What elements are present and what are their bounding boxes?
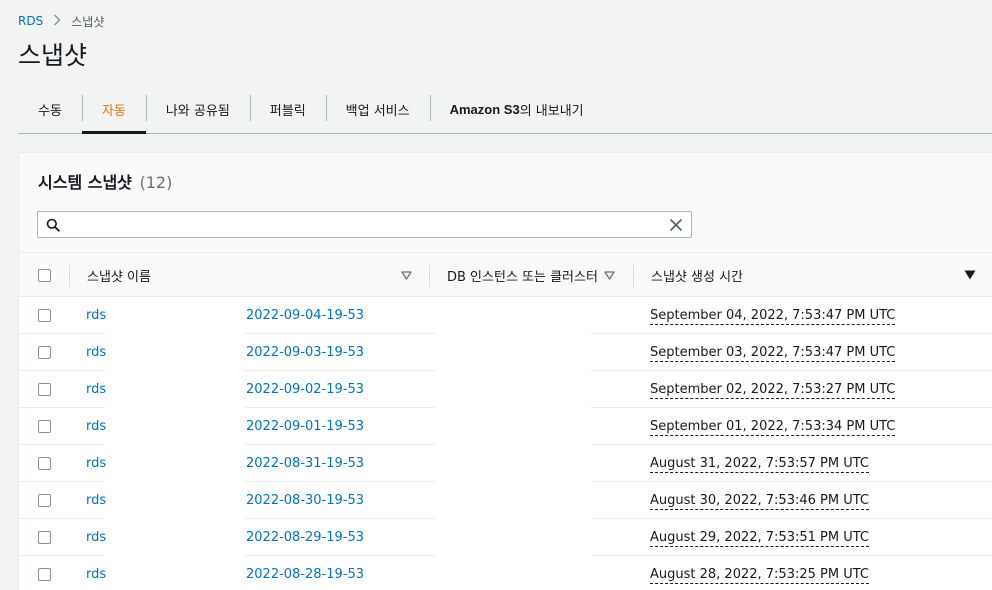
select-all-cell [38, 253, 51, 297]
column-header-snapshot-name[interactable]: 스냅샷 이름 [87, 253, 151, 297]
table-header: 스냅샷 이름 DB 인스턴스 또는 클러스터 스냅샷 생성 시간 [19, 253, 992, 297]
tab-label-prefix: Amazon S3 [449, 101, 520, 117]
tab-automated[interactable]: 자동 [81, 86, 146, 134]
column-header-created-time[interactable]: 스냅샷 생성 시간 [651, 253, 743, 297]
table-row: rds 2022-09-03-19-53 September 03, 2022,… [19, 334, 992, 371]
tab-label-suffix: 의 내보내기 [519, 103, 584, 119]
snapshot-name-date[interactable]: 2022-08-30-19-53 [246, 493, 364, 508]
snapshot-name-date[interactable]: 2022-09-03-19-53 [246, 345, 364, 360]
snapshot-name-date[interactable]: 2022-09-01-19-53 [246, 419, 364, 434]
search-field [37, 211, 692, 238]
snapshot-name-prefix[interactable]: rds [86, 456, 106, 471]
row-checkbox[interactable] [38, 309, 51, 322]
page-title: 스냅샷 [18, 41, 88, 70]
search-input[interactable] [68, 212, 661, 237]
sort-caret-down-outline-icon [604, 270, 615, 280]
snapshot-name-date[interactable]: 2022-09-04-19-53 [246, 308, 364, 323]
panel-header: 시스템 스냅샷 (12) [19, 153, 992, 253]
table-row: rds 2022-08-28-19-53 August 28, 2022, 7:… [19, 556, 992, 590]
row-checkbox[interactable] [38, 568, 51, 581]
row-checkbox[interactable] [38, 420, 51, 433]
snapshot-created-time[interactable]: August 28, 2022, 7:53:25 PM UTC [650, 566, 869, 584]
snapshot-created-time[interactable]: August 29, 2022, 7:53:51 PM UTC [650, 529, 869, 547]
table-row: rds 2022-09-02-19-53 September 02, 2022,… [19, 371, 992, 408]
tab-label: 나와 공유됨 [165, 103, 230, 119]
column-divider [69, 265, 70, 287]
tab-s3-exports[interactable]: Amazon S3 의 내보내기 [429, 86, 604, 132]
table-row: rds 2022-08-31-19-53 August 31, 2022, 7:… [19, 445, 992, 482]
snapshot-created-time[interactable]: September 04, 2022, 7:53:47 PM UTC [650, 307, 896, 325]
select-all-checkbox[interactable] [38, 268, 51, 282]
snapshot-name-date[interactable]: 2022-08-29-19-53 [246, 530, 364, 545]
column-divider [429, 265, 430, 287]
snapshot-created-time[interactable]: August 31, 2022, 7:53:57 PM UTC [650, 455, 869, 473]
snapshot-name-prefix[interactable]: rds [86, 419, 106, 434]
snapshot-created-time[interactable]: September 02, 2022, 7:53:27 PM UTC [650, 381, 896, 399]
snapshot-name-date[interactable]: 2022-09-02-19-53 [246, 382, 364, 397]
snapshot-name-prefix[interactable]: rds [86, 530, 106, 545]
column-label: 스냅샷 이름 [87, 269, 151, 285]
panel-title-text: 시스템 스냅샷 [38, 173, 132, 192]
breadcrumb: RDS 스냅샷 [18, 12, 104, 30]
row-checkbox[interactable] [38, 383, 51, 396]
table-row: rds 2022-09-04-19-53 September 04, 2022,… [19, 297, 992, 334]
tab-backup-service[interactable]: 백업 서비스 [325, 86, 430, 132]
column-header-db-instance[interactable]: DB 인스턴스 또는 클러스터 [447, 253, 615, 297]
snapshot-tabs: 수동 자동 나와 공유됨 퍼블릭 백업 서비스 Amazon S3 의 내보내기 [18, 86, 992, 134]
breadcrumb-current: 스냅샷 [71, 14, 105, 29]
row-checkbox[interactable] [38, 531, 51, 544]
tab-manual[interactable]: 수동 [18, 86, 82, 132]
snapshot-name-prefix[interactable]: rds [86, 308, 106, 323]
system-snapshots-panel: 시스템 스냅샷 (12) 스냅샷 이름 DB 인스턴스 또는 클러스터 스냅샷 … [18, 152, 992, 590]
search-icon [38, 212, 68, 237]
tab-label: 수동 [38, 103, 62, 119]
tab-shared-with-me[interactable]: 나와 공유됨 [145, 86, 250, 132]
column-label: 스냅샷 생성 시간 [651, 269, 743, 285]
snapshot-name-prefix[interactable]: rds [86, 493, 106, 508]
snapshot-name-prefix[interactable]: rds [86, 567, 106, 582]
column-divider [633, 265, 634, 287]
snapshot-created-time[interactable]: September 03, 2022, 7:53:47 PM UTC [650, 344, 896, 362]
tab-label: 백업 서비스 [345, 103, 410, 119]
sort-caret-down-outline-icon[interactable] [401, 253, 412, 297]
snapshot-created-time[interactable]: August 30, 2022, 7:53:46 PM UTC [650, 492, 869, 510]
sort-caret-down-solid-icon[interactable] [964, 253, 976, 297]
tab-label: 퍼블릭 [269, 103, 306, 119]
tab-label: 자동 [101, 103, 126, 119]
row-checkbox[interactable] [38, 494, 51, 507]
panel-title: 시스템 스냅샷 (12) [38, 169, 172, 193]
close-icon[interactable] [661, 212, 691, 237]
snapshot-name-prefix[interactable]: rds [86, 382, 106, 397]
tab-public[interactable]: 퍼블릭 [249, 86, 326, 132]
row-checkbox[interactable] [38, 457, 51, 470]
snapshot-name-date[interactable]: 2022-08-28-19-53 [246, 567, 364, 582]
table-row: rds 2022-09-01-19-53 September 01, 2022,… [19, 408, 992, 445]
snapshot-name-date[interactable]: 2022-08-31-19-53 [246, 456, 364, 471]
table-row: rds 2022-08-29-19-53 August 29, 2022, 7:… [19, 519, 992, 556]
breadcrumb-rds-link[interactable]: RDS [18, 14, 43, 28]
chevron-right-icon [53, 13, 61, 29]
row-checkbox[interactable] [38, 346, 51, 359]
table-row: rds 2022-08-30-19-53 August 30, 2022, 7:… [19, 482, 992, 519]
snapshot-count: (12) [139, 173, 173, 192]
snapshot-created-time[interactable]: September 01, 2022, 7:53:34 PM UTC [650, 418, 896, 436]
snapshot-name-prefix[interactable]: rds [86, 345, 106, 360]
column-label: DB 인스턴스 또는 클러스터 [447, 269, 598, 285]
